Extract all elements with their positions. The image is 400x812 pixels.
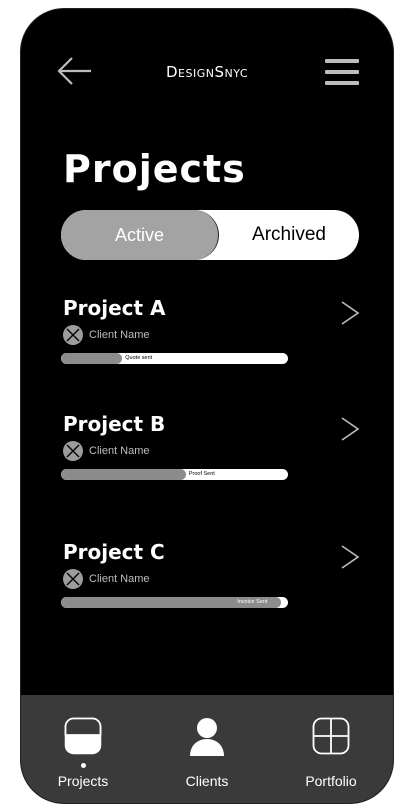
client-row: Client Name [63,325,150,345]
bottom-tab-bar: Projects Clients Portfolio [21,695,393,803]
chevron-right-icon[interactable] [339,300,361,326]
top-bar: DesignSnyc [21,9,393,129]
portfolio-grid-icon [312,717,350,755]
tab-label: Portfolio [305,773,357,789]
tab-label: Projects [57,773,109,789]
project-item[interactable]: Project C Client Name Invoice Sent [21,540,393,640]
segment-active[interactable]: Active [61,210,219,260]
client-avatar-icon [63,441,83,461]
status-label: Quote sent [125,355,153,361]
hamburger-menu-icon [325,70,359,74]
user-icon [190,718,224,756]
selected-indicator [80,763,86,768]
tab-label: Clients [185,773,229,789]
project-item[interactable]: Project B Client Name Proof Sent [21,412,393,512]
status-segmented-control: Active Archived [61,210,359,260]
client-avatar-icon [63,325,83,345]
hamburger-menu-icon [325,81,359,85]
project-progress-bar: Proof Sent [61,469,288,480]
project-name: Project C [63,540,165,564]
progress-fill [61,469,186,480]
phone-screen: DesignSnyc Projects Active Archived Proj… [20,8,394,804]
client-avatar-icon [63,569,83,589]
projects-icon [64,717,102,755]
project-name: Project A [63,296,166,320]
tab-projects[interactable]: Projects [21,695,145,803]
tab-clients[interactable]: Clients [145,695,269,803]
client-name: Client Name [89,329,150,341]
project-item[interactable]: Project A Client Name Quote sent [21,296,393,396]
project-progress-bar: Invoice Sent [61,597,288,608]
project-progress-bar: Quote sent [61,353,288,364]
segment-archived[interactable]: Archived [219,210,359,260]
chevron-right-icon[interactable] [339,544,361,570]
client-name: Client Name [89,573,150,585]
client-row: Client Name [63,569,150,589]
status-label: Proof Sent [188,471,215,477]
tab-portfolio[interactable]: Portfolio [269,695,393,803]
hamburger-menu-icon [325,59,359,63]
client-name: Client Name [89,445,150,457]
page-title: Projects [63,147,246,191]
progress-fill [61,353,123,364]
menu-button[interactable] [325,59,359,89]
status-label: Invoice Sent [237,599,268,605]
chevron-right-icon[interactable] [339,416,361,442]
project-name: Project B [63,412,166,436]
client-row: Client Name [63,441,150,461]
